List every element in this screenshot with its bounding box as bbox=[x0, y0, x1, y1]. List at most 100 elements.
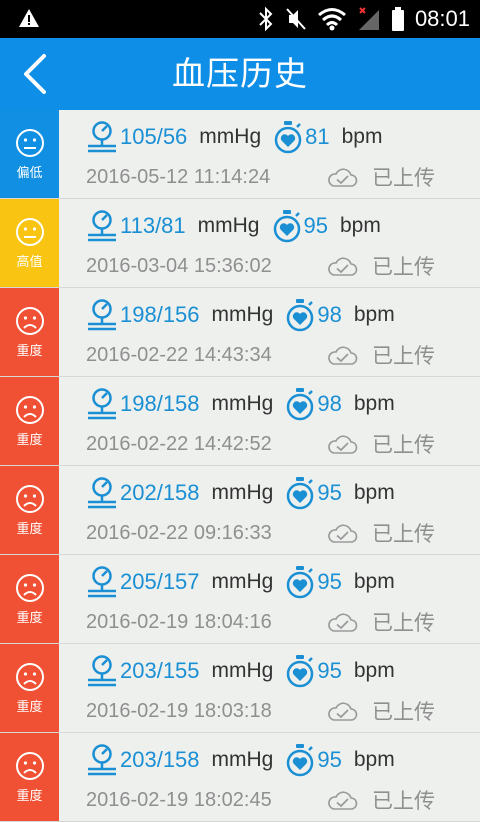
pulse-value: 98 bbox=[317, 302, 342, 327]
meta-line: 2016-02-19 18:03:18 已上传 bbox=[86, 696, 466, 726]
blood-pressure-gauge-icon bbox=[88, 121, 116, 153]
meta-line: 2016-02-19 18:02:45 已上传 bbox=[86, 785, 466, 815]
timestamp: 2016-03-04 15:36:02 bbox=[86, 254, 272, 277]
battery-icon bbox=[391, 7, 404, 31]
status-label: 重度 bbox=[16, 610, 43, 626]
blood-pressure-value: 203/158 bbox=[120, 747, 200, 772]
blood-pressure-value: 198/158 bbox=[120, 391, 200, 416]
blood-pressure-gauge-icon bbox=[88, 388, 116, 420]
sad-face-icon bbox=[15, 395, 44, 424]
timestamp: 2016-02-19 18:02:45 bbox=[86, 788, 272, 811]
meta-line: 2016-05-12 11:14:24 已上传 bbox=[86, 162, 466, 192]
bluetooth-icon bbox=[259, 6, 273, 32]
cloud-check-icon bbox=[328, 435, 358, 454]
status-badge: 重度 bbox=[0, 466, 59, 554]
upload-status: 已上传 bbox=[372, 611, 435, 635]
blood-pressure-unit: mmHg bbox=[211, 659, 274, 682]
blood-pressure-gauge-icon bbox=[88, 655, 116, 687]
warning-icon bbox=[19, 9, 39, 27]
cloud-check-icon bbox=[328, 168, 358, 187]
heart-rate-timer-icon bbox=[274, 121, 302, 154]
timestamp: 2016-02-22 09:16:33 bbox=[86, 521, 272, 544]
measurement-line: 105/56 mmHg 81 bpm bbox=[86, 116, 382, 158]
pulse-value: 95 bbox=[317, 658, 342, 683]
cloud-check-icon bbox=[328, 613, 358, 632]
clock-time: 08:01 bbox=[414, 6, 470, 31]
blood-pressure-value: 205/157 bbox=[120, 569, 200, 594]
heart-rate-timer-icon bbox=[287, 388, 314, 421]
blood-pressure-gauge-icon bbox=[88, 477, 116, 509]
status-badge: 重度 bbox=[0, 644, 59, 732]
timestamp: 2016-02-19 18:03:18 bbox=[86, 699, 272, 722]
mute-icon bbox=[286, 8, 306, 30]
status-badge: 重度 bbox=[0, 733, 59, 821]
timestamp: 2016-05-12 11:14:24 bbox=[86, 165, 271, 188]
list-item[interactable]: 重度 202/158 mmHg 95 bpm 2016-02-22 09:16:33 已上传 bbox=[0, 466, 480, 555]
meta-line: 2016-02-19 18:04:16 已上传 bbox=[86, 607, 466, 637]
pulse-unit: bpm bbox=[339, 214, 381, 237]
status-badge: 重度 bbox=[0, 288, 59, 376]
list-item[interactable]: 重度 203/155 mmHg 95 bpm 2016-02-19 18:03:18 已上传 bbox=[0, 644, 480, 733]
blood-pressure-unit: mmHg bbox=[211, 570, 274, 593]
blood-pressure-unit: mmHg bbox=[197, 214, 260, 237]
cloud-check-icon bbox=[328, 346, 358, 365]
status-label: 重度 bbox=[16, 788, 43, 804]
measurement-line: 113/81 mmHg 95 bpm bbox=[86, 205, 381, 247]
cloud-check-icon bbox=[328, 524, 358, 543]
upload-status: 已上传 bbox=[372, 433, 435, 457]
pulse-unit: bpm bbox=[353, 570, 395, 593]
sad-face-icon bbox=[15, 751, 44, 780]
status-badge: 重度 bbox=[0, 555, 59, 643]
status-badge: 重度 bbox=[0, 377, 59, 465]
list-item[interactable]: 高值 113/81 mmHg 95 bpm 2016-03-04 15:36:02 已上传 bbox=[0, 199, 480, 288]
heart-rate-timer-icon bbox=[287, 744, 314, 777]
status-label: 重度 bbox=[16, 699, 43, 715]
measurement-line: 203/158 mmHg 95 bpm bbox=[86, 739, 395, 781]
heart-rate-timer-icon bbox=[287, 566, 314, 599]
blood-pressure-value: 202/158 bbox=[120, 480, 200, 505]
blood-pressure-value: 203/155 bbox=[120, 658, 200, 683]
sad-face-icon bbox=[15, 306, 44, 335]
meta-line: 2016-02-22 14:43:34 已上传 bbox=[86, 340, 466, 370]
list-item[interactable]: 重度 205/157 mmHg 95 bpm 2016-02-19 18:04:16 已上传 bbox=[0, 555, 480, 644]
blood-pressure-unit: mmHg bbox=[211, 303, 274, 326]
blood-pressure-unit: mmHg bbox=[199, 125, 262, 148]
measurement-line: 198/156 mmHg 98 bpm bbox=[86, 294, 395, 336]
pulse-value: 95 bbox=[317, 747, 342, 772]
timestamp: 2016-02-19 18:04:16 bbox=[86, 610, 272, 633]
upload-status: 已上传 bbox=[372, 344, 435, 368]
upload-status: 已上传 bbox=[372, 255, 435, 279]
blood-pressure-unit: mmHg bbox=[211, 392, 274, 415]
pulse-unit: bpm bbox=[353, 303, 395, 326]
neutral-face-icon bbox=[15, 217, 44, 246]
pulse-unit: bpm bbox=[353, 659, 395, 682]
cloud-check-icon bbox=[328, 257, 358, 276]
pulse-value: 98 bbox=[317, 391, 342, 416]
blood-pressure-value: 113/81 bbox=[120, 213, 186, 238]
status-bar: 08:01 bbox=[0, 0, 480, 38]
sad-face-icon bbox=[15, 662, 44, 691]
heart-rate-timer-icon bbox=[273, 210, 300, 243]
status-label: 重度 bbox=[16, 432, 43, 448]
pulse-unit: bpm bbox=[353, 392, 395, 415]
pulse-value: 95 bbox=[303, 213, 328, 238]
status-label: 高值 bbox=[16, 254, 43, 270]
blood-pressure-gauge-icon bbox=[88, 210, 116, 242]
list-item[interactable]: 重度 198/156 mmHg 98 bpm 2016-02-22 14:43:34 已上传 bbox=[0, 288, 480, 377]
wifi-icon bbox=[317, 8, 346, 31]
status-badge: 高值 bbox=[0, 199, 59, 287]
blood-pressure-unit: mmHg bbox=[211, 748, 274, 771]
measurement-line: 205/157 mmHg 95 bpm bbox=[86, 561, 395, 603]
list-item[interactable]: 偏低 105/56 mmHg 81 bpm 2016-05-12 11:14:24 已上传 bbox=[0, 110, 480, 199]
list-item[interactable]: 重度 198/158 mmHg 98 bpm 2016-02-22 14:42:52 已上传 bbox=[0, 377, 480, 466]
upload-status: 已上传 bbox=[372, 789, 435, 813]
timestamp: 2016-02-22 14:42:52 bbox=[86, 432, 272, 455]
heart-rate-timer-icon bbox=[287, 299, 314, 332]
list-item[interactable]: 重度 203/158 mmHg 95 bpm 2016-02-19 18:02:45 已上传 bbox=[0, 733, 480, 822]
blood-pressure-unit: mmHg bbox=[211, 481, 274, 504]
history-list: 偏低 105/56 mmHg 81 bpm 2016-05-12 11:14:24 已上传高… bbox=[0, 110, 480, 822]
cloud-check-icon bbox=[328, 791, 358, 810]
meta-line: 2016-02-22 14:42:52 已上传 bbox=[86, 429, 466, 459]
upload-status: 已上传 bbox=[372, 700, 435, 724]
meta-line: 2016-02-22 09:16:33 已上传 bbox=[86, 518, 466, 548]
